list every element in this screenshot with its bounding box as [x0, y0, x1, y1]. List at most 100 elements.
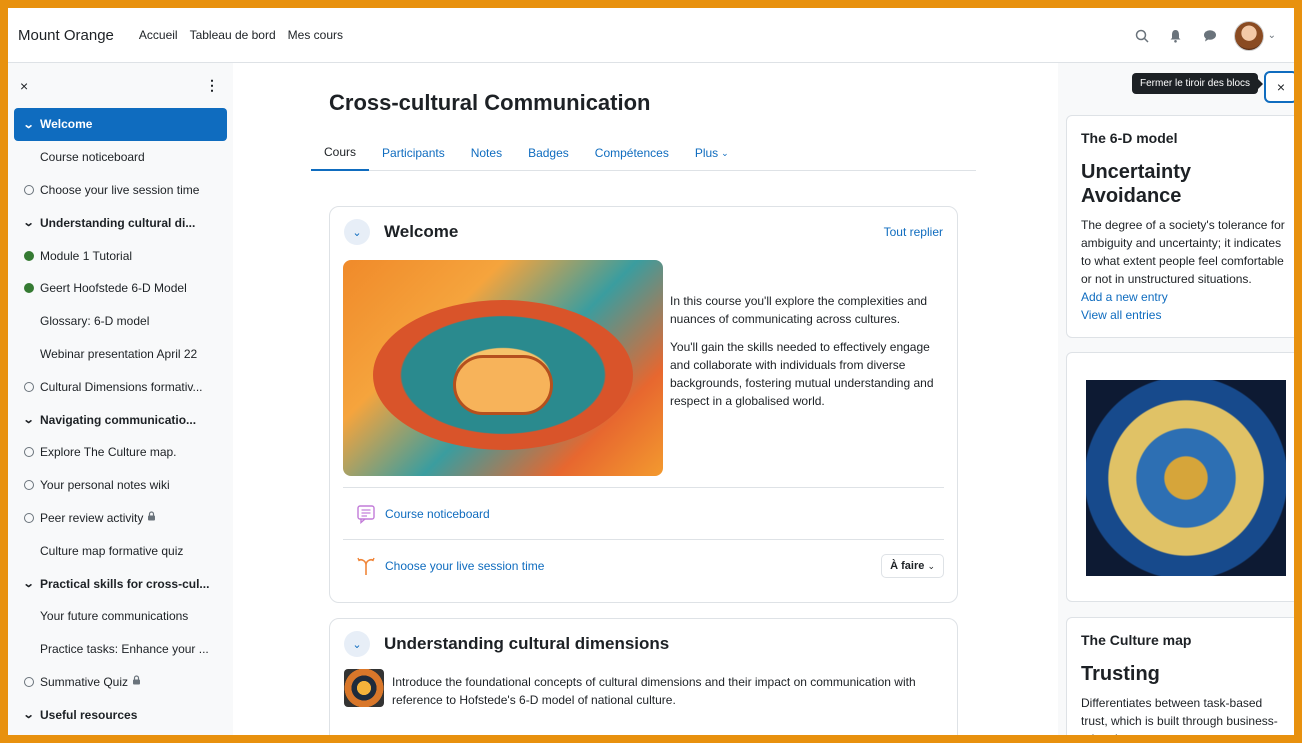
nav-home[interactable]: Accueil [139, 28, 178, 42]
course-index-section[interactable]: ⌄ Understanding cultural di... [8, 206, 233, 239]
completion-done-icon [20, 283, 38, 294]
tab-grades[interactable]: Notes [458, 135, 515, 171]
tab-more-label: Plus [694, 146, 719, 160]
section-thumbnail [344, 669, 384, 707]
course-index-list: ⌄ Welcome Course noticeboard Choose your li… [8, 108, 233, 731]
course-index-label: Understanding cultural di... [40, 215, 196, 230]
course-index-menu-icon[interactable]: ⋮ [205, 77, 219, 94]
glossary-block-culture-map: The Culture map Trusting Differentiates … [1066, 617, 1294, 735]
bell-icon[interactable] [1166, 26, 1186, 46]
site-brand[interactable]: Mount Orange [18, 27, 114, 44]
todo-label: À faire [890, 559, 925, 572]
course-index-activity[interactable]: Your personal notes wiki [8, 469, 233, 502]
tab-more[interactable]: Plus ⌄ [682, 135, 742, 171]
add-entry-link[interactable]: Add a new entry [1081, 288, 1291, 306]
course-index-label: Useful resources [40, 707, 138, 722]
course-index-label: Course noticeboard [40, 150, 145, 165]
course-index-activity[interactable]: Explore The Culture map. [8, 436, 233, 469]
course-index-activity[interactable]: Cultural Dimensions formativ... [8, 370, 233, 403]
course-index-label: Navigating communicatio... [40, 412, 197, 427]
todo-dropdown-button[interactable]: À faire ⌄ [881, 553, 944, 578]
forum-icon [355, 503, 377, 525]
collapse-section-icon[interactable]: ⌄ [344, 631, 370, 657]
nav-dashboard[interactable]: Tableau de bord [190, 28, 276, 42]
course-index-activity[interactable]: Practice tasks: Enhance your ... [8, 633, 233, 666]
glossary-definition: Differentiates between task-based trust,… [1081, 696, 1278, 735]
course-index-label: Webinar presentation April 22 [40, 346, 198, 361]
section-summary: In this course you'll explore the comple… [330, 257, 957, 487]
tab-course[interactable]: Cours [311, 135, 370, 171]
lock-icon [132, 675, 141, 688]
handshake-icon [453, 355, 553, 415]
course-index-label: Geert Hoofstede 6-D Model [40, 281, 187, 296]
nav-my-courses[interactable]: Mes cours [288, 28, 343, 42]
course-index-activity[interactable]: Webinar presentation April 22 [8, 338, 233, 371]
section-header: ⌄ Understanding cultural dimensions [330, 619, 957, 669]
activity-forum: Course noticeboard [343, 487, 944, 539]
activity-link[interactable]: Course noticeboard [385, 507, 490, 521]
view-entries-link[interactable]: View all entries [1081, 306, 1291, 324]
course-index-label: Peer review activity [40, 510, 144, 525]
course-index-label: Practical skills for cross-cul... [40, 576, 210, 591]
tab-badges[interactable]: Badges [515, 135, 582, 171]
course-index-activity[interactable]: Peer review activity [8, 502, 233, 535]
chevron-down-icon: ⌄ [927, 560, 935, 571]
course-index-label: Practice tasks: Enhance your ... [40, 642, 209, 657]
user-menu-chevron-icon[interactable]: ⌄ [1268, 30, 1276, 41]
close-course-index-icon[interactable]: × [20, 78, 28, 94]
course-index-activity[interactable]: Geert Hoofstede 6-D Model [8, 272, 233, 305]
tab-participants[interactable]: Participants [369, 135, 458, 171]
close-block-drawer-button[interactable]: × [1264, 71, 1294, 103]
course-index-activity[interactable]: Glossary: 6-D model [8, 305, 233, 338]
welcome-paragraph: You'll gain the skills needed to effecti… [670, 340, 934, 408]
course-index-section[interactable]: ⌄ Navigating communicatio... [8, 403, 233, 436]
block-title: The 6-D model [1081, 130, 1178, 146]
chevron-down-icon: ⌄ [23, 217, 35, 230]
course-index-activity[interactable]: Culture map formative quiz [8, 534, 233, 567]
completion-empty-icon [20, 184, 38, 195]
search-icon[interactable] [1132, 26, 1152, 46]
tab-competencies[interactable]: Compétences [582, 135, 682, 171]
collapse-section-icon[interactable]: ⌄ [344, 219, 370, 245]
course-index-drawer: × ⋮ ⌄ Welcome Course noticeboard Choose you… [8, 63, 233, 735]
section-header: ⌄ Welcome Tout replier [330, 207, 957, 257]
chevron-down-icon: ⌄ [23, 118, 35, 131]
course-index-label: Choose your live session time [40, 182, 200, 197]
completion-empty-icon [20, 512, 38, 523]
course-index-label: Your personal notes wiki [40, 478, 170, 493]
course-index-activity[interactable]: Your future communications [8, 600, 233, 633]
section-title: Understanding cultural dimensions [384, 634, 670, 653]
page-title: Cross-cultural Communication [329, 90, 651, 115]
globe-illustration [1086, 380, 1286, 576]
collapse-all-link[interactable]: Tout replier [884, 225, 943, 239]
welcome-illustration [343, 260, 663, 476]
course-index-section[interactable]: ⌄ Practical skills for cross-cul... [8, 567, 233, 600]
glossary-definition: The degree of a society's tolerance for … [1081, 218, 1285, 286]
activity-choice: Choose your live session time À faire ⌄ [343, 539, 944, 591]
course-tabs: Cours Participants Notes Badges Compéten… [311, 135, 976, 171]
glossary-block-6d: The 6-D model Uncertainty Avoidance The … [1066, 115, 1294, 338]
activity-link[interactable]: Choose your live session time [385, 559, 544, 573]
course-index-label: Summative Quiz [40, 674, 129, 689]
completion-done-icon [20, 250, 38, 261]
course-index-activity[interactable]: Module 1 Tutorial [8, 239, 233, 272]
course-index-section[interactable]: ⌄ Useful resources [8, 698, 233, 731]
course-index-label: Your future communications [40, 609, 189, 624]
welcome-paragraph: In this course you'll explore the comple… [670, 294, 928, 326]
messages-icon[interactable] [1200, 26, 1220, 46]
course-index-activity[interactable]: Course noticeboard [8, 141, 233, 174]
course-index-activity[interactable]: Choose your live session time [8, 174, 233, 207]
navbar-actions: ⌄ [1132, 8, 1276, 63]
course-index-activity[interactable]: Summative Quiz [8, 666, 233, 699]
section-title: Welcome [384, 222, 459, 241]
completion-empty-icon [20, 447, 38, 458]
chevron-down-icon: ⌄ [23, 709, 35, 722]
close-drawer-tooltip: Fermer le tiroir des blocs [1132, 73, 1264, 94]
completion-empty-icon [20, 480, 38, 491]
course-index-header: × ⋮ [8, 63, 233, 108]
course-index-section[interactable]: ⌄ Welcome [14, 108, 227, 141]
chevron-down-icon: ⌄ [23, 414, 35, 427]
course-index-label: Welcome [40, 117, 93, 132]
user-avatar[interactable] [1233, 20, 1264, 51]
choice-icon [355, 555, 377, 577]
